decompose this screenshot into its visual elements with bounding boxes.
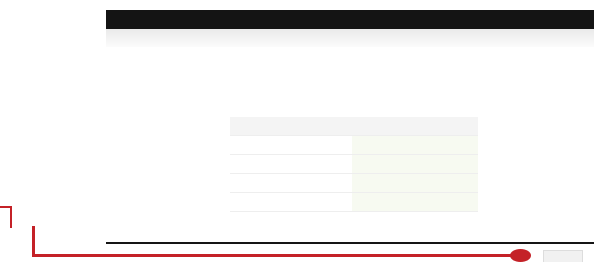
site-brand[interactable] bbox=[110, 14, 118, 24]
table-header-label bbox=[230, 117, 352, 136]
row-label bbox=[230, 173, 352, 193]
callout-line-vertical bbox=[10, 206, 12, 228]
table-header-value bbox=[352, 117, 478, 136]
footer-divider bbox=[106, 242, 594, 244]
row-label bbox=[230, 192, 352, 212]
row-value bbox=[352, 192, 478, 212]
table-row bbox=[230, 192, 478, 212]
table-header-row bbox=[230, 117, 478, 136]
table-row bbox=[230, 135, 478, 155]
callout-line-corner bbox=[0, 206, 12, 208]
sub-header-bar bbox=[106, 29, 594, 47]
table-row bbox=[230, 173, 478, 193]
callout-line-horizontal bbox=[32, 254, 522, 257]
callout-marker-dot bbox=[510, 249, 531, 262]
callout-line-drop bbox=[32, 226, 35, 256]
row-label bbox=[230, 135, 352, 155]
row-value bbox=[352, 173, 478, 193]
row-value bbox=[352, 154, 478, 174]
browser-screenshot bbox=[106, 10, 594, 262]
connection-info-table bbox=[230, 117, 478, 212]
top-navigation-bar bbox=[106, 10, 594, 29]
table-row bbox=[230, 154, 478, 174]
row-value bbox=[352, 135, 478, 155]
footer-button[interactable] bbox=[543, 250, 583, 262]
row-label bbox=[230, 154, 352, 174]
